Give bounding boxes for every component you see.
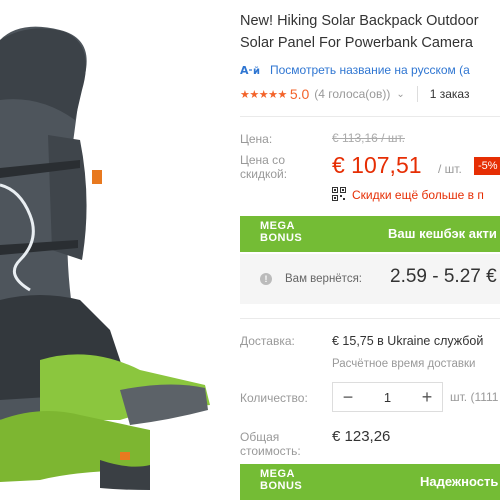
mega-bonus-reliability-bar: MEGA BONUS Надежность xyxy=(240,464,500,500)
price-unit: / шт. xyxy=(438,162,462,176)
mega-bonus-logo: MEGA BONUS xyxy=(260,220,302,244)
product-title-line-2: Solar Panel For Powerbank Camera xyxy=(240,35,473,51)
price-label: Цена: xyxy=(240,132,273,146)
svg-text:й: й xyxy=(253,66,260,77)
translate-icon: Aй xyxy=(240,63,262,77)
discount-price-label-line-1: Цена со xyxy=(240,153,285,167)
discount-price-label-line-2: скидкой: xyxy=(240,167,288,181)
discount-price-label: Цена со скидкой: xyxy=(240,153,287,181)
divider xyxy=(240,116,500,117)
shipping-estimate: Расчётное время доставки xyxy=(332,358,476,370)
quantity-increase-button[interactable]: + xyxy=(412,383,442,411)
cashback-value: 2.59 - 5.27 € xyxy=(390,266,497,287)
divider xyxy=(416,86,418,102)
backpack-illustration xyxy=(0,26,210,490)
mega-bonus-logo: MEGA BONUS xyxy=(260,468,302,492)
quantity-label: Количество: xyxy=(240,391,308,405)
mega-bonus-logo-line-2: BONUS xyxy=(260,232,303,244)
quantity-availability: шт. (1111 xyxy=(450,390,499,404)
quantity-decrease-button[interactable]: − xyxy=(333,383,363,411)
divider xyxy=(240,318,500,319)
orders-count: 1 заказ xyxy=(429,87,470,101)
mega-bonus-logo-line-2: BONUS xyxy=(260,480,303,492)
product-info-panel: New! Hiking Solar Backpack Outdoor Solar… xyxy=(222,0,500,500)
cashback-box: ! Вам вернётся: 2.59 - 5.27 € xyxy=(240,254,500,304)
current-price: € 107,51 xyxy=(332,152,422,178)
app-promo-link[interactable]: Скидки ещё больше в п xyxy=(352,188,484,202)
translate-row[interactable]: Aй Посмотреть название на русском (а xyxy=(240,63,470,77)
mega-bonus-logo-line-1: MEGA xyxy=(260,220,295,232)
shipping-label: Доставка: xyxy=(240,334,295,348)
svg-text:A: A xyxy=(240,64,249,77)
total-label: Общая стоимость: xyxy=(240,430,301,458)
product-image[interactable] xyxy=(0,0,222,500)
cashback-active-text: Ваш кешбэк акти xyxy=(388,226,497,241)
rating-row: ★★★★★ 5.0 (4 голоса(ов)) ⌄ 1 заказ xyxy=(240,86,469,102)
total-price: € 123,26 xyxy=(332,428,391,445)
mega-bonus-logo-line-1: MEGA xyxy=(260,468,295,480)
product-title-line-1: New! Hiking Solar Backpack Outdoor xyxy=(240,13,479,29)
qr-code-icon[interactable] xyxy=(332,187,346,201)
reliability-text: Надежность xyxy=(420,474,499,489)
mega-bonus-cashback-bar: MEGA BONUS Ваш кешбэк акти xyxy=(240,216,500,252)
info-icon[interactable]: ! xyxy=(260,273,272,285)
total-label-line-1: Общая xyxy=(240,430,280,444)
quantity-stepper: − 1 + xyxy=(332,382,443,412)
chevron-down-icon[interactable]: ⌄ xyxy=(396,89,404,100)
quantity-input[interactable]: 1 xyxy=(363,390,412,405)
cashback-label: Вам вернётся: xyxy=(285,273,362,285)
old-price: € 113,16 / шт. xyxy=(332,131,405,145)
total-label-line-2: стоимость: xyxy=(240,444,301,458)
rating-score: 5.0 xyxy=(289,86,310,102)
product-title: New! Hiking Solar Backpack Outdoor Solar… xyxy=(240,10,500,54)
discount-badge: -5% xyxy=(474,157,500,175)
rating-votes-link[interactable]: (4 голоса(ов)) xyxy=(314,87,390,101)
star-rating-icon: ★★★★★ xyxy=(240,88,287,101)
translate-link[interactable]: Посмотреть название на русском (а xyxy=(270,63,470,77)
shipping-price[interactable]: € 15,75 в Ukraine службой xyxy=(332,334,483,348)
